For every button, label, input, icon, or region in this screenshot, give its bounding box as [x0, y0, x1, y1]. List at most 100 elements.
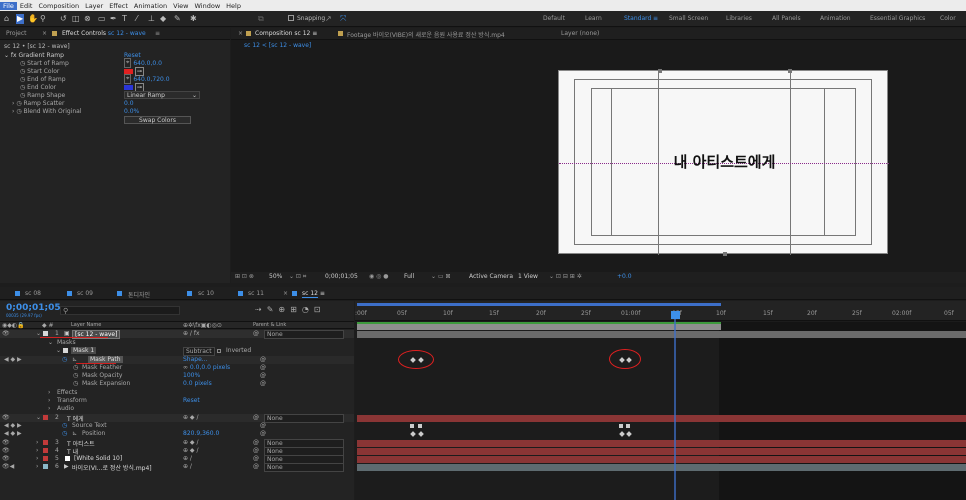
keyframe-nav-icon[interactable]: ◀ ◆ ▶ [4, 356, 22, 363]
menu-window[interactable]: Window [192, 2, 224, 10]
mask-path-row[interactable]: ◀ ◆ ▶ ◷ ⊾ Mask Path Shape... @ [0, 356, 354, 364]
playhead-handle[interactable] [671, 311, 680, 319]
current-time-display[interactable]: 0;00;01;05 [325, 273, 358, 280]
menu-help[interactable]: Help [223, 2, 244, 10]
camera-select[interactable]: Active Camera [469, 273, 513, 280]
timeline-switches-icons[interactable]: ⇢✎⊕⊞◔⊡ [255, 305, 326, 314]
parent-select[interactable]: None [264, 330, 344, 339]
layer-bar-5[interactable] [357, 456, 966, 463]
time-ruler[interactable]: :00f 05f 10f 15f 20f 25f 01:00f 05f 10f … [355, 301, 966, 321]
bounds-handle[interactable] [723, 252, 727, 256]
stopwatch-icon[interactable]: ◷ [20, 92, 25, 99]
expand-arrow-icon[interactable]: › [48, 397, 50, 404]
graph-icon[interactable]: ⊾ [72, 356, 77, 363]
pickwhip-icon[interactable]: @ [260, 422, 266, 429]
expand-arrow-icon[interactable]: › [12, 108, 14, 115]
layer-switches[interactable]: ⊕ / fx [183, 330, 200, 337]
label-color[interactable] [43, 448, 48, 453]
workspace-animation[interactable]: Animation [820, 15, 851, 22]
audio-group[interactable]: › Audio [0, 405, 354, 413]
brush-tool-icon[interactable]: ⁄ [136, 14, 137, 24]
tab-sc-10[interactable]: sc 10 [198, 290, 214, 297]
label-color[interactable] [43, 415, 48, 420]
menu-layer[interactable]: Layer [82, 2, 106, 10]
mask-feather-value[interactable]: ∞ 0.0,0.0 pixels [183, 364, 230, 371]
timecode[interactable]: 0;00;01;05 [6, 303, 61, 313]
workspace-standard[interactable]: Standard [624, 15, 651, 22]
mask-expansion-value[interactable]: 0.0 pixels [183, 380, 212, 387]
blend-value[interactable]: 0.0% [124, 107, 139, 115]
parent-select[interactable]: None [264, 463, 344, 472]
masks-group[interactable]: ⌄ Masks [0, 339, 354, 347]
layer-bar-6[interactable] [357, 464, 966, 471]
expand-arrow-icon[interactable]: ⌄ [48, 339, 53, 346]
stopwatch-icon[interactable]: ◷ [20, 84, 25, 91]
comp-subtab[interactable]: sc 12 < [sc 12 - wave] [244, 41, 311, 49]
workspace-libraries[interactable]: Libraries [726, 15, 752, 22]
menu-file[interactable]: File [0, 1, 17, 10]
workspace-default[interactable]: Default [543, 15, 565, 22]
stopwatch-icon[interactable]: ◷ [62, 422, 67, 429]
camera-tool-icon[interactable]: ◫ [72, 14, 80, 24]
label-color[interactable] [43, 456, 48, 461]
panel-menu-icon[interactable]: ≡ [155, 30, 160, 37]
pickwhip-icon[interactable]: @ [260, 364, 266, 371]
rectangle-tool-icon[interactable]: ▭ [98, 14, 106, 24]
eye-icon[interactable]: 👁 [2, 414, 10, 421]
layer-switches[interactable]: ⊕ / [183, 463, 192, 470]
workspace-all-panels[interactable]: All Panels [772, 15, 801, 22]
mask-expansion-row[interactable]: ◷ Mask Expansion 0.0 pixels @ [0, 380, 354, 388]
preview-icon[interactable]: ⊞ ⊡ ⊗ [235, 273, 254, 280]
end-of-ramp-value[interactable]: ⌖ 640.0,720.0 [124, 74, 170, 84]
playhead-line[interactable] [674, 319, 676, 500]
pan-behind-tool-icon[interactable]: ⊗ [84, 14, 91, 24]
resolution-select[interactable]: Full [404, 273, 414, 280]
clone-stamp-tool-icon[interactable]: ⊥ [148, 14, 155, 24]
hold-keyframe[interactable] [410, 424, 414, 428]
menu-view[interactable]: View [170, 2, 191, 10]
pickwhip-icon[interactable]: @ [260, 372, 266, 379]
close-icon[interactable]: × [42, 30, 47, 37]
expand-arrow-icon[interactable]: › [12, 100, 14, 107]
bounds-handle[interactable] [658, 69, 662, 73]
transform-group[interactable]: › Transform Reset [0, 397, 354, 405]
layer-name-header[interactable]: Layer Name [71, 322, 101, 328]
parent-pickwhip-icon[interactable]: @ [253, 414, 259, 421]
end-color-value[interactable]: ⊸ [124, 82, 144, 92]
canvas-text[interactable]: 내 아티스트에게 [658, 153, 791, 171]
swap-colors-button[interactable]: Swap Colors [124, 116, 191, 124]
mask-opacity-row[interactable]: ◷ Mask Opacity 100% @ [0, 372, 354, 380]
layout-icons[interactable]: ⌄ ⊡ ⊟ ⊞ ✲ [549, 273, 582, 280]
zoom-select[interactable]: 50% [269, 273, 282, 280]
transform-reset[interactable]: Reset [183, 397, 200, 404]
end-color-swatch[interactable] [124, 84, 133, 90]
workspace-color[interactable]: Color [940, 15, 956, 22]
snapshot-icon[interactable]: ◉ ◎ ● [369, 273, 389, 280]
hold-keyframe[interactable] [626, 424, 630, 428]
stopwatch-icon[interactable]: ◷ [62, 430, 67, 437]
zoom-tool-icon[interactable]: ⚲ [40, 14, 46, 24]
stopwatch-icon[interactable]: ◷ [73, 380, 78, 387]
layer-row-3[interactable]: 👁 › 3 T 아티스트 ⊕ ◆ / @ None [0, 439, 354, 448]
roi-icon[interactable]: ⌄ ▭ ⊠ [431, 273, 451, 280]
ramp-scatter-value[interactable]: 0.0 [124, 99, 134, 107]
workspace-small-screen[interactable]: Small Screen [669, 15, 708, 22]
parent-pickwhip-icon[interactable]: @ [253, 330, 259, 337]
expand-arrow-icon[interactable]: › [36, 463, 38, 470]
menu-animation[interactable]: Animation [131, 2, 170, 10]
menu-edit[interactable]: Edit [17, 2, 36, 10]
layer-switches[interactable]: ⊕ ◆ / [183, 439, 198, 446]
search-input[interactable]: ⚲ [60, 306, 180, 315]
bounds-handle[interactable] [788, 69, 792, 73]
panel-menu-icon[interactable]: ≡ [320, 290, 325, 297]
snap-options-icon[interactable]: ↗ [325, 14, 332, 24]
parent-pickwhip-icon[interactable]: @ [253, 463, 259, 470]
rotate-tool-icon[interactable]: ↺ [60, 14, 67, 24]
layer-switches[interactable]: ⊕ ◆ / [183, 447, 198, 454]
keyframe[interactable] [626, 431, 632, 437]
comp-canvas[interactable]: 내 아티스트에게 [558, 69, 889, 256]
layer-bar-4[interactable] [357, 448, 966, 455]
inverted-checkbox[interactable] [217, 349, 221, 353]
snapping-checkbox[interactable] [288, 15, 294, 21]
mask-color[interactable] [63, 348, 68, 353]
